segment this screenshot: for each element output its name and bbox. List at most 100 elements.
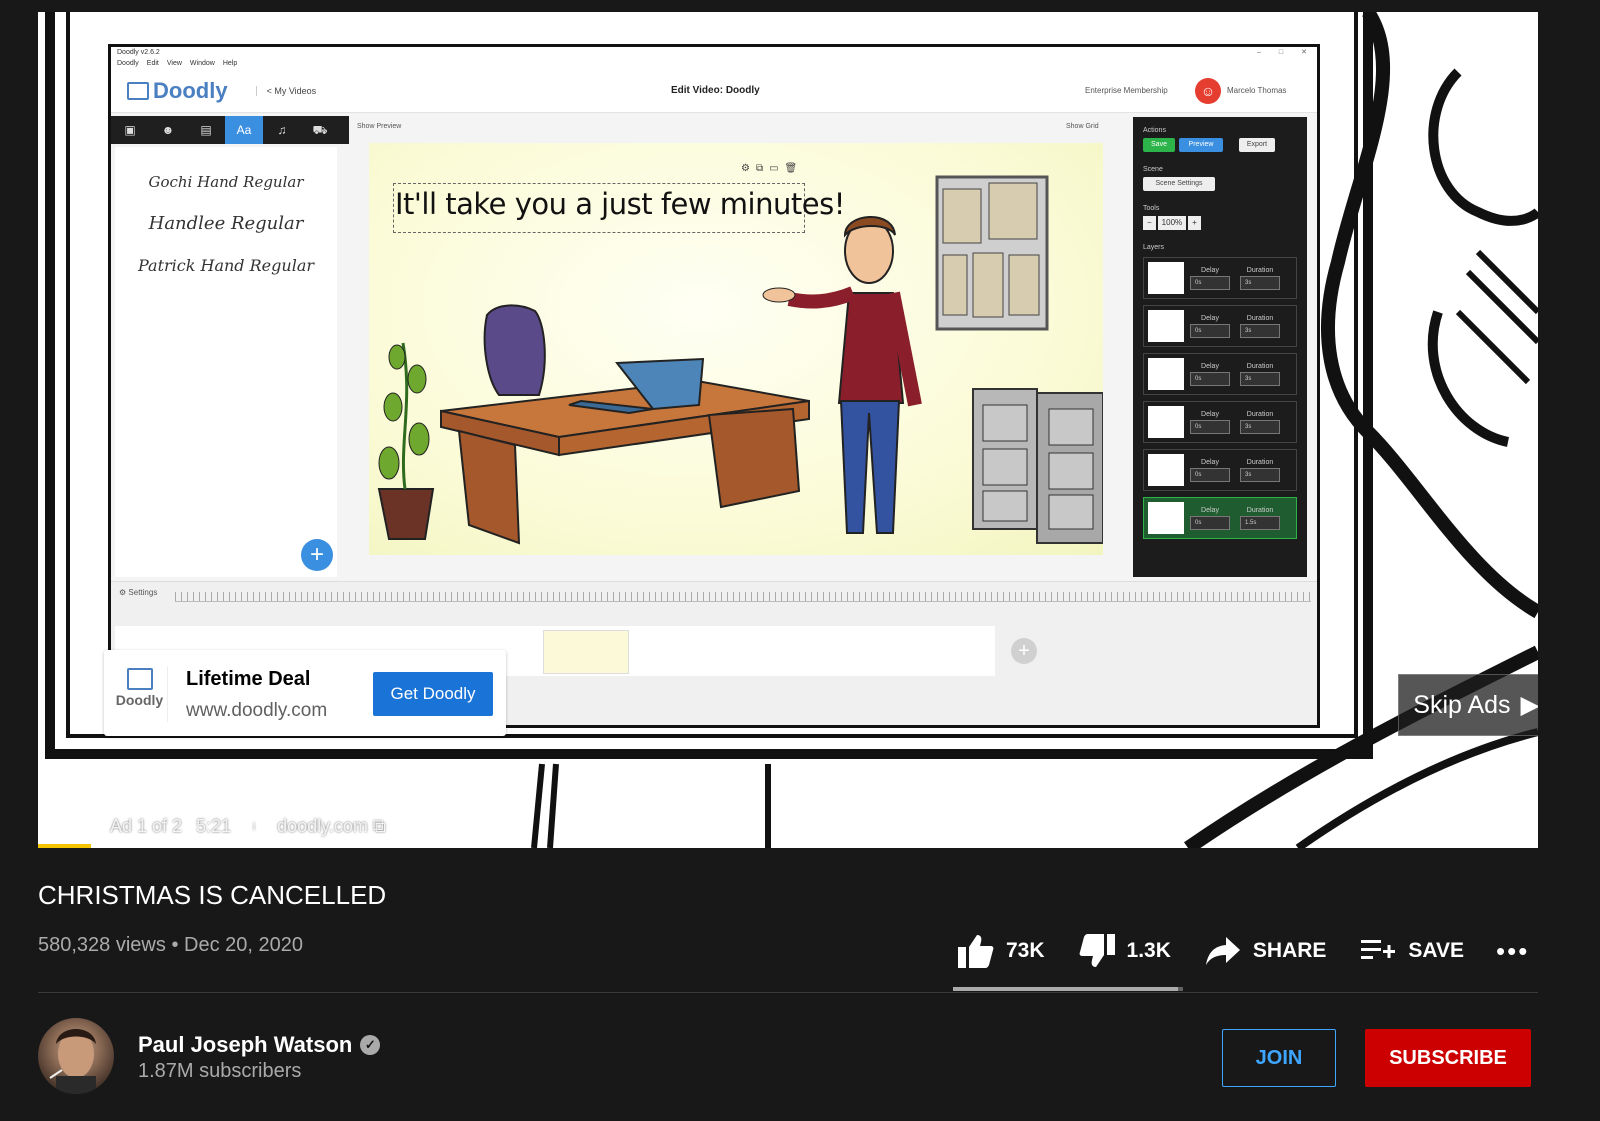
add-font-button[interactable]: +: [301, 539, 333, 571]
delay-field[interactable]: 0s: [1190, 515, 1230, 530]
delay-field[interactable]: 0s: [1190, 419, 1230, 434]
doodly-logo: Doodly: [127, 78, 228, 104]
like-button[interactable]: 73K: [956, 933, 1045, 969]
properties-panel: Actions Save Preview Export Scene Scene …: [1133, 117, 1307, 577]
user-avatar-icon[interactable]: ☺: [1195, 77, 1221, 104]
menu-doodly[interactable]: Doodly: [117, 59, 139, 69]
share-arrow-icon: [1203, 933, 1243, 969]
ad-time: 5:21: [196, 816, 232, 836]
show-preview-toggle[interactable]: Show Preview: [357, 123, 401, 130]
delay-field[interactable]: 0s: [1190, 323, 1230, 338]
user-name[interactable]: Marcelo Thomas: [1227, 86, 1286, 95]
layer-row[interactable]: Delay 0s Duration 3s: [1143, 449, 1297, 491]
ad-progress-bar[interactable]: [38, 844, 91, 848]
channel-avatar[interactable]: [38, 1018, 114, 1094]
duration-field[interactable]: 3s: [1240, 275, 1280, 290]
ad-domain-text: doodly.com: [277, 816, 368, 836]
zoom-control: − 100% +: [1143, 216, 1297, 230]
ad-card[interactable]: Doodly Lifetime Deal www.doodly.com Get …: [104, 650, 506, 736]
delay-label: Delay: [1201, 410, 1219, 418]
show-grid-toggle[interactable]: Show Grid: [1066, 123, 1099, 130]
delay-field[interactable]: 0s: [1190, 467, 1230, 482]
duration-label: Duration: [1246, 410, 1274, 418]
ad-url[interactable]: www.doodly.com: [186, 700, 327, 722]
video-player[interactable]: Doodly v2.6.2 – □ ✕ Doodly Edit View Windo…: [38, 12, 1538, 848]
menu-window[interactable]: Window: [190, 59, 215, 69]
share-label: SHARE: [1252, 939, 1327, 962]
text-icon[interactable]: Aa: [225, 116, 263, 144]
logo-text: Doodly: [153, 77, 228, 103]
scene-thumbnail[interactable]: [543, 630, 629, 674]
verified-check-icon: ✓: [360, 1035, 381, 1055]
duration-label: Duration: [1246, 314, 1274, 322]
menu-edit[interactable]: Edit: [147, 59, 159, 69]
zoom-in-button[interactable]: +: [1188, 216, 1201, 230]
menu-help[interactable]: Help: [223, 59, 237, 69]
duration-field[interactable]: 1.5s: [1240, 515, 1280, 530]
zoom-out-button[interactable]: −: [1143, 216, 1156, 230]
membership-label: Enterprise Membership: [1085, 86, 1168, 95]
video-meta: 580,328 views • Dec 20, 2020: [38, 934, 303, 957]
save-button[interactable]: Save: [1143, 138, 1175, 152]
window-title: Doodly v2.6.2: [117, 49, 160, 56]
ad-count: Ad 1 of 2: [110, 816, 183, 836]
share-button[interactable]: SHARE: [1203, 933, 1327, 969]
scene-canvas[interactable]: It'll take you a just few minutes! ⚙⧉▭🗑: [369, 143, 1103, 555]
ad-domain[interactable]: doodly.com ⧉: [277, 816, 386, 837]
menu-view[interactable]: View: [167, 59, 182, 69]
duration-label: Duration: [1246, 506, 1274, 514]
join-button[interactable]: JOIN: [1222, 1029, 1336, 1087]
delay-field[interactable]: 0s: [1190, 275, 1230, 290]
info-icon[interactable]: i: [245, 817, 264, 836]
doodly-app-window: Doodly v2.6.2 – □ ✕ Doodly Edit View Windo…: [108, 44, 1320, 728]
font-item[interactable]: Handlee Regular: [115, 213, 337, 234]
video-actions: 73K 1.3K SHARE SAVE •••: [956, 928, 1529, 974]
delay-label: Delay: [1201, 506, 1219, 514]
canvas-text[interactable]: It'll take you a just few minutes!: [395, 187, 845, 221]
props-icon[interactable]: ▤: [187, 116, 225, 144]
cart-icon[interactable]: ⛟: [301, 116, 339, 144]
duration-field[interactable]: 3s: [1240, 419, 1280, 434]
minimize-icon[interactable]: –: [1257, 47, 1261, 59]
font-panel: Gochi Hand Regular Handlee Regular Patri…: [115, 147, 337, 577]
duration-field[interactable]: 3s: [1240, 467, 1280, 482]
textbox-tools-icon[interactable]: ⚙⧉▭🗑: [741, 163, 803, 174]
layer-row[interactable]: Delay 0s Duration 3s: [1143, 305, 1297, 347]
sentiment-fill: [953, 987, 1179, 991]
layer-row[interactable]: Delay 0s Duration 3s: [1143, 257, 1297, 299]
preview-button[interactable]: Preview: [1179, 138, 1223, 152]
layer-row[interactable]: Delay 0s Duration 3s: [1143, 401, 1297, 443]
add-scene-button[interactable]: +: [1011, 638, 1037, 664]
dislike-button[interactable]: 1.3K: [1077, 933, 1171, 969]
characters-icon[interactable]: ☻: [149, 116, 187, 144]
get-doodly-button[interactable]: Get Doodly: [373, 672, 493, 716]
my-videos-link[interactable]: < My Videos: [255, 85, 316, 96]
image-icon[interactable]: ▣: [111, 116, 149, 144]
export-button[interactable]: Export: [1239, 138, 1275, 152]
divider: [38, 992, 1538, 993]
duration-field[interactable]: 3s: [1240, 323, 1280, 338]
scene-settings-button[interactable]: Scene Settings: [1143, 177, 1215, 191]
delay-field[interactable]: 0s: [1190, 371, 1230, 386]
layer-row[interactable]: Delay 0s Duration 3s: [1143, 353, 1297, 395]
music-icon[interactable]: ♫: [263, 116, 301, 144]
tools-label: Tools: [1143, 205, 1160, 212]
save-to-playlist-button[interactable]: SAVE: [1358, 933, 1464, 969]
font-item[interactable]: Patrick Hand Regular: [115, 256, 337, 275]
zoom-value: 100%: [1157, 216, 1187, 230]
subscribe-button[interactable]: SUBSCRIBE: [1365, 1029, 1531, 1087]
duration-field[interactable]: 3s: [1240, 371, 1280, 386]
skip-ads-button[interactable]: Skip Ads ▶❙: [1398, 674, 1538, 736]
window-titlebar: Doodly v2.6.2 – □ ✕: [111, 47, 1317, 59]
ad-title[interactable]: Lifetime Deal: [186, 668, 310, 691]
channel-name[interactable]: Paul Joseph Watson ✓: [138, 1032, 381, 1058]
more-options-icon[interactable]: •••: [1496, 936, 1529, 967]
font-item[interactable]: Gochi Hand Regular: [115, 173, 337, 191]
duration-label: Duration: [1246, 362, 1274, 370]
maximize-icon[interactable]: □: [1279, 47, 1283, 59]
timeline-ruler[interactable]: [175, 592, 1311, 602]
view-count: 580,328 views: [38, 934, 166, 956]
timeline-settings[interactable]: ⚙ Settings: [119, 588, 157, 597]
close-icon[interactable]: ✕: [1301, 47, 1307, 59]
layer-row-selected[interactable]: Delay 0s Duration 1.5s: [1143, 497, 1297, 539]
